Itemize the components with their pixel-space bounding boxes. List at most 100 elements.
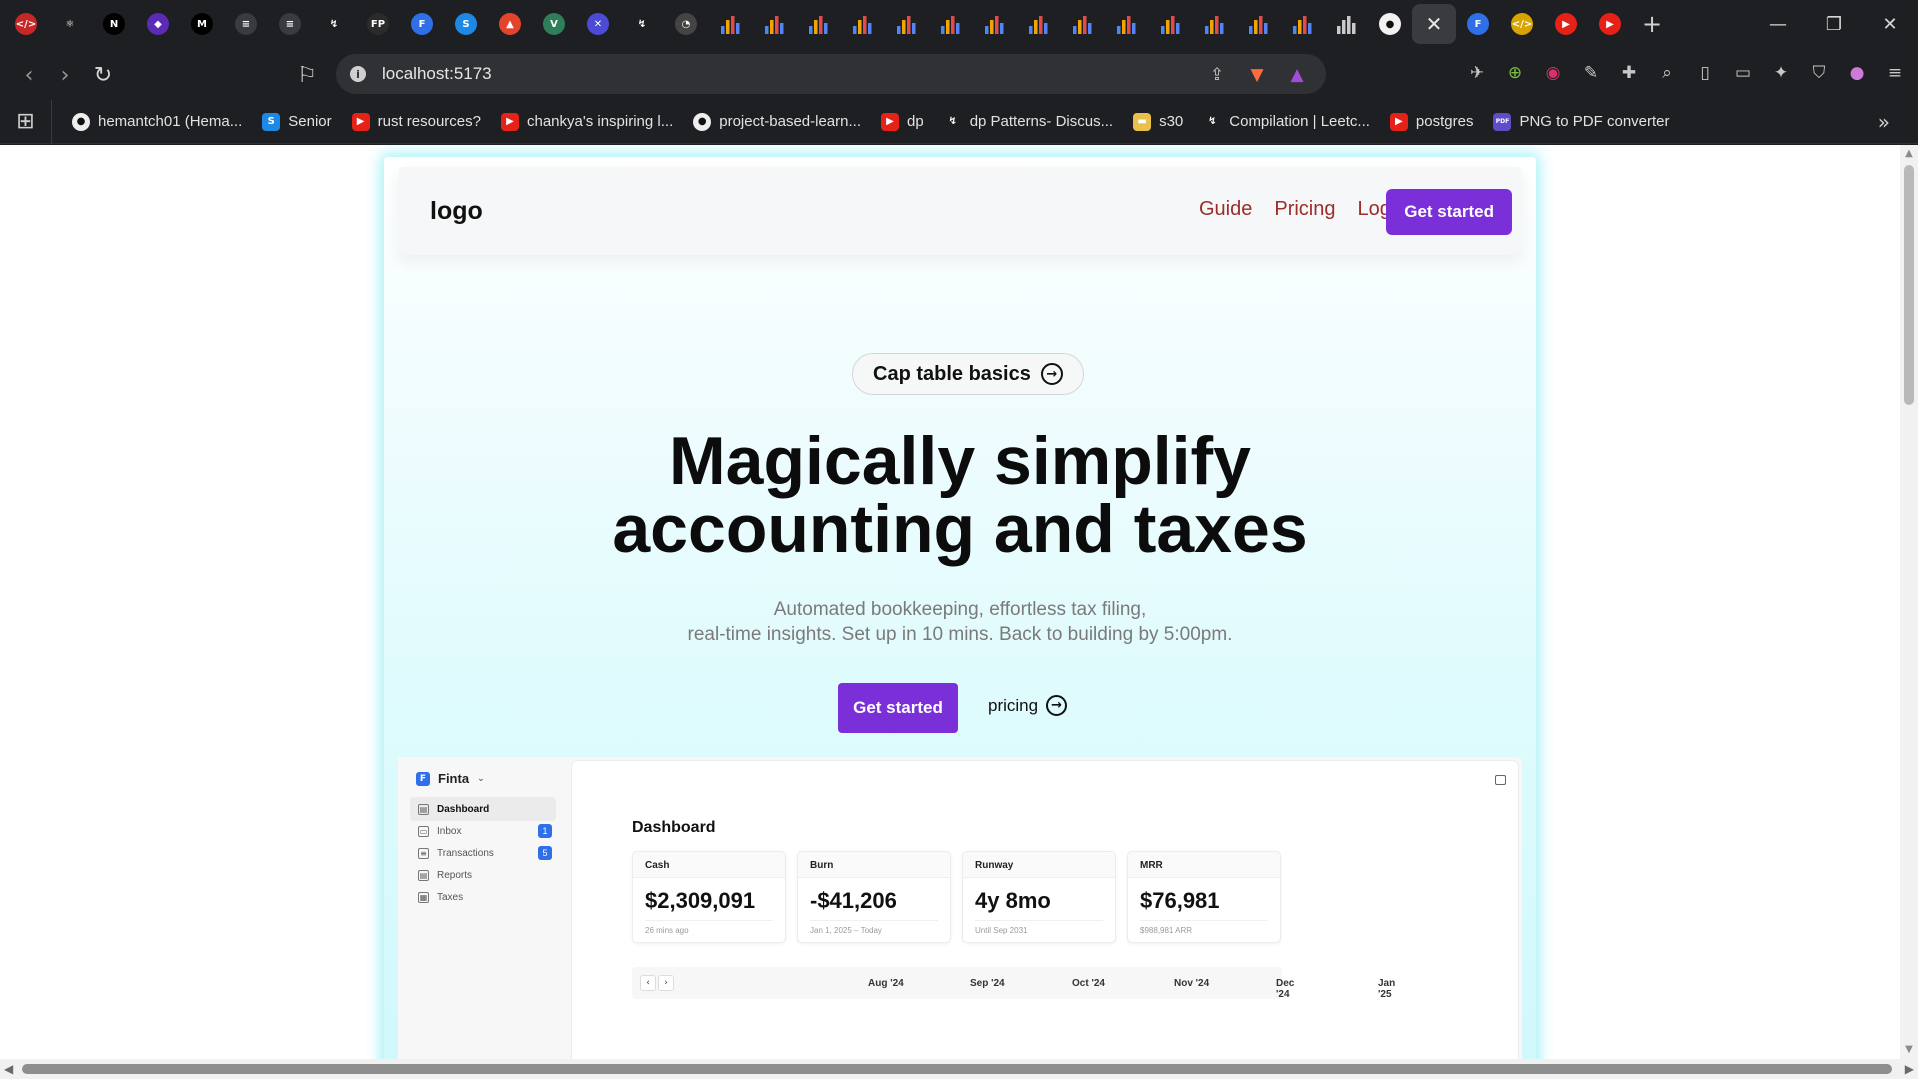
scroll-down-icon[interactable]: ▼ xyxy=(1904,1045,1914,1055)
dp-tab-1[interactable]: ≡ xyxy=(224,4,268,44)
extension-icon-3[interactable]: ◉ xyxy=(1540,60,1566,86)
scroll-right-icon[interactable]: ▶ xyxy=(1905,1062,1914,1076)
chart-app-tab[interactable] xyxy=(1016,4,1060,44)
github-tab[interactable]: ● xyxy=(1368,4,1412,44)
bookmark-item[interactable]: S Senior xyxy=(252,100,341,144)
scroll-up-icon[interactable]: ▲ xyxy=(1904,149,1914,159)
lc-tab[interactable]: ↯ xyxy=(312,4,356,44)
metric-card-cash[interactable]: Cash $2,309,091 26 mins ago xyxy=(632,851,786,943)
leo-ai-icon[interactable]: ✦ xyxy=(1768,60,1794,86)
chart-app-tab[interactable] xyxy=(1280,4,1324,44)
chart-app-tab[interactable] xyxy=(1060,4,1104,44)
fp-tab[interactable]: FP xyxy=(356,4,400,44)
new-tab-button[interactable]: + xyxy=(1632,4,1672,44)
metric-card-runway[interactable]: Runway 4y 8mo Until Sep 2031 xyxy=(962,851,1116,943)
share-icon[interactable]: ⇪ xyxy=(1204,62,1230,88)
bookmark-item[interactable]: ● hemantch01 (Hema... xyxy=(62,100,252,144)
cap-table-pill-link[interactable]: Cap table basics → xyxy=(852,353,1084,395)
reload-button[interactable]: ↻ xyxy=(88,60,118,90)
sidebar-toggle-icon[interactable]: ▯ xyxy=(1692,60,1718,86)
bookmark-item[interactable]: ▶ rust resources? xyxy=(342,100,491,144)
chart-app-tab[interactable] xyxy=(1148,4,1192,44)
site-logo[interactable]: logo xyxy=(430,197,483,226)
chart-app-tab[interactable] xyxy=(708,4,752,44)
chart-app-tab[interactable] xyxy=(884,4,928,44)
scroll-left-icon[interactable]: ◀ xyxy=(4,1062,13,1076)
brave-shields-icon[interactable]: ▼ xyxy=(1244,62,1270,88)
extension-icon-4[interactable]: ✎ xyxy=(1578,60,1604,86)
menu-icon[interactable]: ≡ xyxy=(1882,60,1908,86)
chart-app-tab[interactable] xyxy=(972,4,1016,44)
brave-rewards-icon[interactable]: ▲ xyxy=(1284,62,1310,88)
bookmark-item[interactable]: ▶ chankya's inspiring l... xyxy=(491,100,683,144)
hero-pricing-link[interactable]: pricing → xyxy=(988,695,1068,716)
more-bookmarks-icon[interactable]: » xyxy=(1878,110,1890,134)
timeline-next-button[interactable]: › xyxy=(658,975,674,991)
apps-grid-icon[interactable]: ⊞ xyxy=(0,99,52,144)
profile-avatar[interactable]: ● xyxy=(1844,60,1870,86)
youtube-tab-2[interactable]: ▶ xyxy=(1588,4,1632,44)
chart-app-tab[interactable] xyxy=(1236,4,1280,44)
chart-app-tab[interactable] xyxy=(928,4,972,44)
vue-tab[interactable]: V xyxy=(532,4,576,44)
chart-app-tab[interactable] xyxy=(1324,4,1368,44)
chart-app-tab[interactable] xyxy=(1192,4,1236,44)
url-text[interactable]: localhost:5173 xyxy=(382,64,492,84)
horizontal-scrollbar[interactable]: ◀ ▶ xyxy=(0,1059,1918,1079)
close-window-button[interactable]: ✕ xyxy=(1862,0,1918,48)
extension-icon-1[interactable]: ✈ xyxy=(1464,60,1490,86)
chart-app-tab[interactable] xyxy=(796,4,840,44)
chart-app-tab[interactable] xyxy=(840,4,884,44)
timeline-prev-button[interactable]: ‹ xyxy=(640,975,656,991)
tab-close-icon[interactable]: ✕ xyxy=(1426,12,1443,36)
react-tab[interactable]: ⚛ xyxy=(48,4,92,44)
extension-icon-2[interactable]: ⊕ xyxy=(1502,60,1528,86)
sidebar-item-dashboard[interactable]: ▤ Dashboard xyxy=(410,797,556,821)
horizontal-scroll-thumb[interactable] xyxy=(22,1064,1892,1074)
chart-tab[interactable]: ◔ xyxy=(664,4,708,44)
lc-tab-2[interactable]: ↯ xyxy=(620,4,664,44)
code-tab[interactable]: </> xyxy=(4,4,48,44)
sidebar-item-transactions[interactable]: ≡ Transactions 5 xyxy=(410,841,556,865)
f-tab[interactable]: F xyxy=(400,4,444,44)
yellow-tab[interactable]: </> xyxy=(1500,4,1544,44)
vpn-icon[interactable]: ⛉ xyxy=(1806,60,1832,86)
header-get-started-button[interactable]: Get started xyxy=(1386,189,1512,235)
bookmark-item[interactable]: ▶ postgres xyxy=(1380,100,1484,144)
active-tab[interactable]: ✕ xyxy=(1412,4,1456,44)
nav-guide-link[interactable]: Guide xyxy=(1199,198,1252,221)
metric-card-mrr[interactable]: MRR $76,981 $988,981 ARR xyxy=(1127,851,1281,943)
minimize-button[interactable]: — xyxy=(1750,0,1806,48)
x-tab[interactable]: ✕ xyxy=(576,4,620,44)
forward-button[interactable]: › xyxy=(50,60,80,90)
bookmark-item[interactable]: ▬ s30 xyxy=(1123,100,1193,144)
metric-card-burn[interactable]: Burn -$41,206 Jan 1, 2025 – Today xyxy=(797,851,951,943)
sidebar-item-taxes[interactable]: ▦ Taxes xyxy=(410,885,556,909)
youtube-tab-1[interactable]: ▶ xyxy=(1544,4,1588,44)
bookmark-item[interactable]: ● project-based-learn... xyxy=(683,100,871,144)
bookmark-page-button[interactable]: ⚐ xyxy=(292,60,322,90)
purple-tab[interactable]: ◆ xyxy=(136,4,180,44)
bookmark-item[interactable]: ↯ Compilation | Leetc... xyxy=(1193,100,1380,144)
site-info-icon[interactable]: i xyxy=(350,66,366,82)
finta-tab[interactable]: F xyxy=(1456,4,1500,44)
dp-tab-2[interactable]: ≡ xyxy=(268,4,312,44)
bookmark-item[interactable]: PDF PNG to PDF converter xyxy=(1483,100,1679,144)
next-tab[interactable]: N xyxy=(92,4,136,44)
brave-tab[interactable]: ▲ xyxy=(488,4,532,44)
back-button[interactable]: ‹ xyxy=(14,60,44,90)
s-tab[interactable]: S xyxy=(444,4,488,44)
vertical-scroll-thumb[interactable] xyxy=(1904,165,1914,405)
bookmark-item[interactable]: ↯ dp Patterns- Discus... xyxy=(934,100,1123,144)
wallet-icon[interactable]: ▭ xyxy=(1730,60,1756,86)
restore-button[interactable]: ❐ xyxy=(1806,0,1862,48)
preview-brand[interactable]: F Finta ⌄ xyxy=(416,771,485,786)
extensions-puzzle-icon[interactable]: ✚ xyxy=(1616,60,1642,86)
vertical-scrollbar[interactable]: ▲ ▼ xyxy=(1900,145,1918,1059)
extension-icon-5[interactable]: ⌕ xyxy=(1654,60,1680,86)
bookmark-item[interactable]: ▶ dp xyxy=(871,100,934,144)
sidebar-item-reports[interactable]: ▤ Reports xyxy=(410,863,556,887)
address-bar[interactable]: i localhost:5173 ⇪ ▼ ▲ xyxy=(336,54,1326,94)
chart-app-tab[interactable] xyxy=(1104,4,1148,44)
hero-get-started-button[interactable]: Get started xyxy=(838,683,958,733)
